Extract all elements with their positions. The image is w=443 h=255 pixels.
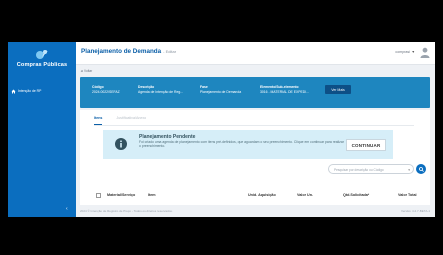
app-window: Compras Públicas Intenção de RP ‹ Planej… — [8, 42, 435, 217]
column-header[interactable]: Unid. Aquisição — [248, 193, 276, 197]
sidebar: Compras Públicas Intenção de RP ‹ — [8, 42, 76, 217]
tab-justificativa-anexo[interactable]: Justificativa/Anexo — [116, 115, 146, 125]
column-header[interactable]: Valor Un. — [297, 193, 313, 197]
footer: 2024 © Intenção de Registro de Preço - T… — [80, 209, 430, 213]
banner-field-codigo: Código 2024.0022/SEFAZ — [92, 85, 120, 95]
column-header[interactable]: Qtd.Solicitada* — [343, 193, 369, 197]
user-menu[interactable]: comprasi — [395, 50, 410, 54]
main-content: Planejamento de Demanda - Editar comprasi… — [76, 42, 435, 217]
page-title-text: Planejamento de Demanda — [81, 48, 162, 55]
collapse-sidebar-icon[interactable]: ‹ — [66, 206, 68, 212]
banner-field-descricao: Descrição Agenda de Intenção de Reg... — [138, 85, 183, 95]
continue-button[interactable]: CONTINUAR — [346, 139, 386, 151]
chevron-down-icon[interactable]: ▼ — [412, 50, 415, 54]
banner-value: 3016 - MATERIAL DE EXPEDI... — [260, 90, 309, 94]
home-icon — [11, 89, 16, 93]
sidebar-item-label: Intenção de RP — [18, 89, 42, 93]
search-placeholder: Pesquisar por descrição ou Código — [334, 168, 384, 172]
items-card: Itens Justificativa/Anexo Planejamento P… — [80, 110, 430, 205]
alert-text: Foi criado uma agenda de planejamento co… — [139, 140, 344, 149]
tab-divider — [94, 125, 414, 126]
version-text: Versão: 4.2.7-BETA-1 — [401, 209, 430, 213]
back-link[interactable]: ◄ Voltar — [80, 69, 92, 73]
logo-text: Compras Públicas — [16, 62, 68, 68]
tab-itens[interactable]: Itens — [94, 115, 103, 125]
banner-value: Agenda de Intenção de Reg... — [138, 90, 184, 94]
column-header[interactable]: Valor Total — [398, 193, 417, 197]
search-icon — [418, 166, 424, 172]
see-more-button[interactable]: Ver Mais — [325, 85, 351, 94]
pending-planning-alert: Planejamento Pendente Foi criado uma age… — [103, 130, 393, 159]
copyright-text: 2024 © Intenção de Registro de Preço - T… — [80, 209, 173, 213]
tab-bar: Itens Justificativa/Anexo — [94, 115, 160, 125]
logo-icon — [36, 50, 48, 59]
column-header[interactable]: Material/Serviço — [107, 193, 135, 197]
info-icon — [115, 138, 127, 150]
app-logo[interactable]: Compras Públicas — [8, 48, 76, 78]
banner-field-elemento: Elemento/Sub-elemento 3016 - MATERIAL DE… — [260, 85, 309, 95]
top-bar: Planejamento de Demanda - Editar comprasi… — [76, 42, 435, 65]
search-input[interactable]: Pesquisar por descrição ou Código ▾ — [328, 164, 414, 174]
page-title: Planejamento de Demanda - Editar — [81, 48, 176, 55]
sidebar-item-intencao-rp[interactable]: Intenção de RP — [11, 87, 73, 95]
banner-value: 2024.0022/SEFAZ — [92, 90, 120, 94]
banner-value: Planejamento de Demanda — [200, 90, 242, 94]
chevron-down-icon[interactable]: ▾ — [408, 168, 410, 172]
summary-banner: Código 2024.0022/SEFAZ Descrição Agenda … — [80, 77, 430, 108]
banner-field-fase: Fase Planejamento de Demanda — [200, 85, 241, 95]
avatar[interactable] — [420, 47, 430, 58]
page-subtitle: - Editar — [163, 49, 177, 54]
table-header: Material/Serviço Item Unid. Aquisição Va… — [96, 193, 426, 201]
column-header[interactable]: Item — [148, 193, 156, 197]
search-button[interactable] — [416, 164, 426, 174]
select-all-checkbox[interactable] — [96, 193, 101, 198]
